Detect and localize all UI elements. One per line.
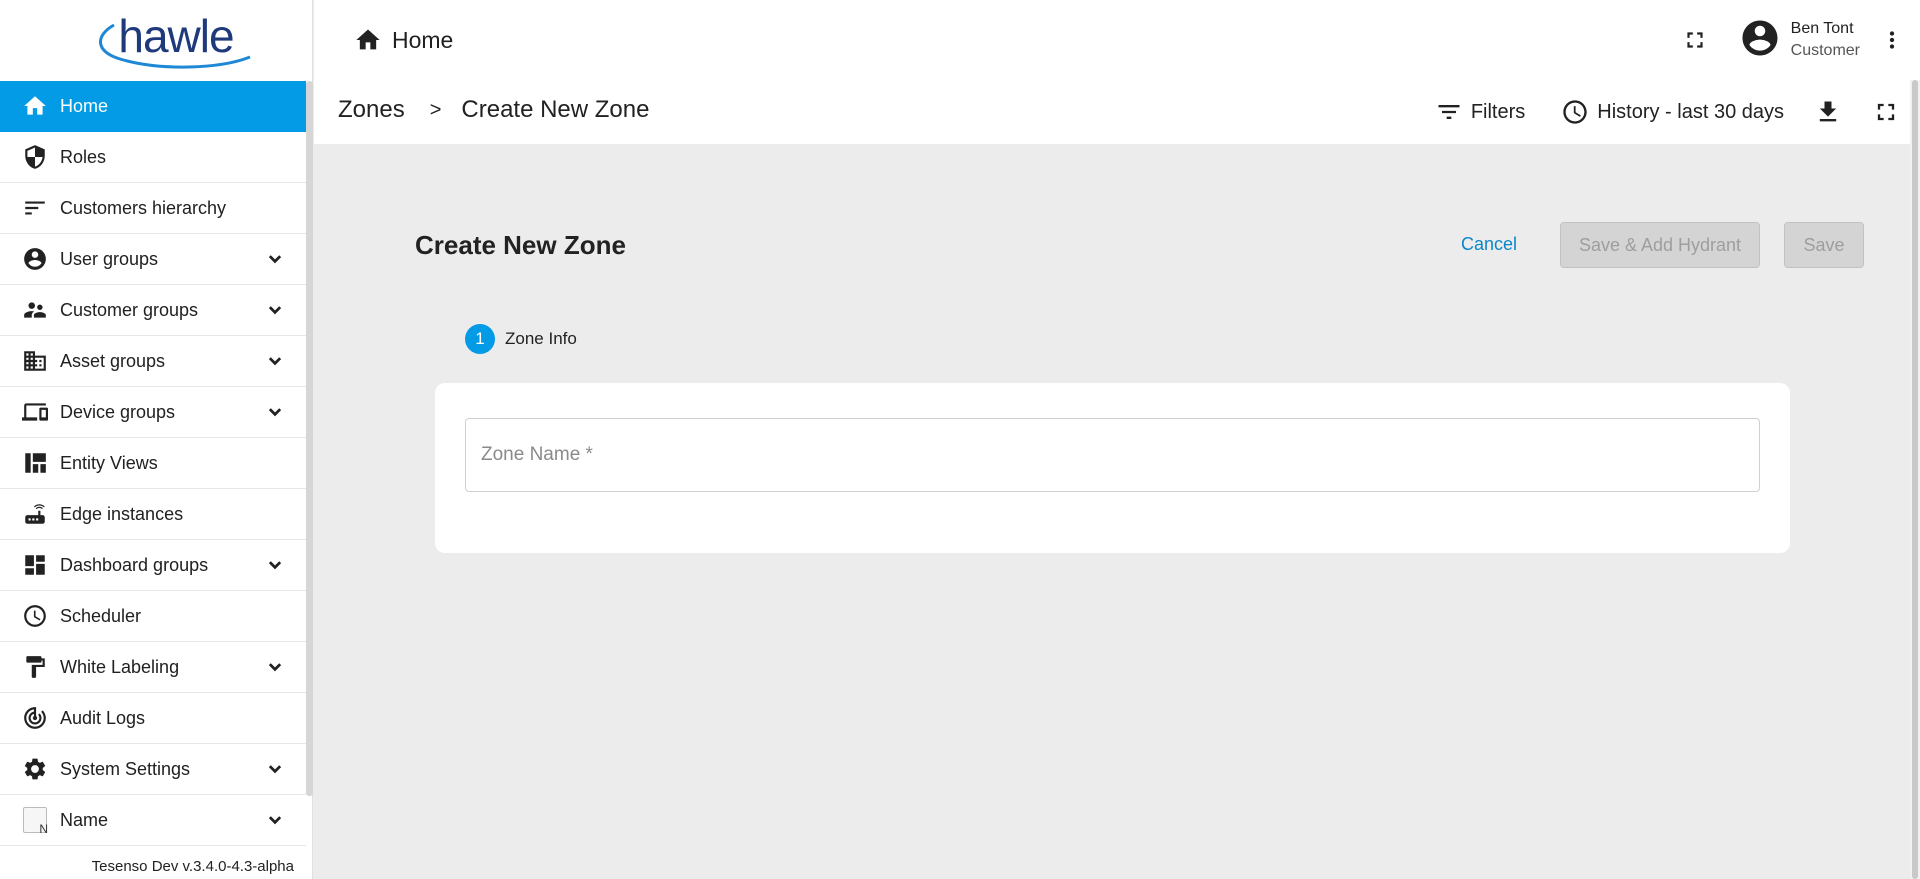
filters-label: Filters bbox=[1470, 100, 1526, 123]
view-quilt-icon bbox=[21, 449, 49, 477]
sidebar-item-label: Asset groups bbox=[60, 350, 166, 371]
hawle-logo[interactable]: hawle bbox=[0, 0, 312, 80]
broken-image-icon bbox=[21, 806, 49, 836]
sort-icon bbox=[21, 194, 49, 222]
breadcrumb-current: Create New Zone bbox=[461, 96, 650, 123]
dashboard-toolbar: Zones > Create New Zone Filters History … bbox=[314, 80, 1910, 144]
filter-list-icon bbox=[1438, 105, 1460, 119]
breadcrumb-separator: > bbox=[429, 98, 442, 121]
devices-icon bbox=[21, 398, 49, 426]
sidebar-item-label: Roles bbox=[60, 146, 107, 167]
sidebar-item-label: Entity Views bbox=[60, 452, 158, 473]
sidebar-item-entity-views[interactable]: Entity Views bbox=[0, 438, 306, 489]
sidebar-item-system-settings[interactable]: System Settings bbox=[0, 744, 306, 795]
home-icon bbox=[356, 29, 380, 50]
zone-name-input[interactable] bbox=[466, 419, 1759, 491]
logo-text: hawle bbox=[118, 10, 234, 62]
fullscreen-icon bbox=[1687, 32, 1703, 48]
sidebar: hawle Home Roles Customers hierarchy Use… bbox=[0, 0, 313, 879]
dashboard-icon bbox=[21, 551, 49, 579]
sidebar-item-label: Device groups bbox=[60, 401, 176, 422]
dashboard-fullscreen-button[interactable] bbox=[1872, 98, 1900, 126]
sidebar-item-customer-groups[interactable]: Customer groups bbox=[0, 285, 306, 336]
user-role: Customer bbox=[1790, 42, 1860, 59]
chevron-down-icon[interactable] bbox=[264, 299, 286, 321]
more-menu-button[interactable] bbox=[1874, 22, 1910, 58]
sidebar-item-white-labeling[interactable]: White Labeling bbox=[0, 642, 306, 693]
sidebar-item-name[interactable]: Name bbox=[0, 795, 306, 846]
domain-icon bbox=[21, 347, 49, 375]
step-number-badge: 1 bbox=[465, 324, 495, 354]
account-circle-icon bbox=[21, 245, 49, 273]
top-right-controls: Ben Tont Customer bbox=[1677, 0, 1920, 80]
download-button[interactable] bbox=[1814, 98, 1842, 126]
router-icon bbox=[21, 500, 49, 528]
gear-icon bbox=[21, 755, 49, 783]
format-paint-icon bbox=[21, 653, 49, 681]
shield-icon bbox=[21, 143, 49, 171]
chevron-down-icon[interactable] bbox=[264, 656, 286, 678]
sidebar-item-label: Dashboard groups bbox=[60, 554, 209, 575]
sidebar-nav: Home Roles Customers hierarchy User grou… bbox=[0, 81, 306, 846]
history-label: History - last 30 days bbox=[1597, 100, 1784, 123]
sidebar-scrollbar[interactable] bbox=[306, 81, 313, 796]
sidebar-item-dashboard-groups[interactable]: Dashboard groups bbox=[0, 540, 306, 591]
chevron-down-icon[interactable] bbox=[264, 248, 286, 270]
account-circle-icon bbox=[1739, 17, 1781, 64]
filters-button[interactable]: Filters bbox=[1435, 98, 1525, 126]
sidebar-item-label: Edge instances bbox=[60, 503, 184, 524]
track-changes-icon bbox=[21, 704, 49, 732]
step-label: Zone Info bbox=[505, 329, 577, 348]
sidebar-item-scheduler[interactable]: Scheduler bbox=[0, 591, 306, 642]
breadcrumb-zones[interactable]: Zones bbox=[338, 96, 405, 124]
home-breadcrumb[interactable]: Home bbox=[354, 26, 453, 54]
user-menu[interactable]: Ben Tont Customer bbox=[1739, 17, 1860, 64]
sidebar-item-home[interactable]: Home bbox=[0, 81, 306, 132]
clock-icon bbox=[1563, 100, 1587, 124]
chevron-down-icon[interactable] bbox=[264, 554, 286, 576]
supervisor-icon bbox=[21, 296, 49, 324]
breadcrumb: Zones > Create New Zone bbox=[338, 96, 649, 124]
sidebar-item-device-groups[interactable]: Device groups bbox=[0, 387, 306, 438]
cancel-button[interactable]: Cancel bbox=[1461, 234, 1517, 255]
save-button[interactable]: Save bbox=[1784, 222, 1864, 268]
sidebar-item-label: Scheduler bbox=[60, 605, 142, 626]
sidebar-item-label: Customers hierarchy bbox=[60, 197, 227, 218]
sidebar-item-label: Home bbox=[60, 95, 109, 116]
sidebar-item-roles[interactable]: Roles bbox=[0, 132, 306, 183]
more-vert-icon bbox=[1889, 31, 1895, 49]
zone-name-field bbox=[465, 418, 1760, 492]
fullscreen-button[interactable] bbox=[1677, 22, 1713, 58]
sidebar-item-label: Customer groups bbox=[60, 299, 199, 320]
chevron-down-icon[interactable] bbox=[264, 401, 286, 423]
sidebar-item-user-groups[interactable]: User groups bbox=[0, 234, 306, 285]
sidebar-item-asset-groups[interactable]: Asset groups bbox=[0, 336, 306, 387]
download-icon bbox=[1819, 101, 1837, 122]
stepper-step-zone-info[interactable]: 1 Zone Info bbox=[465, 324, 577, 354]
history-button[interactable]: History - last 30 days bbox=[1561, 98, 1784, 126]
user-name: Ben Tont bbox=[1790, 20, 1854, 38]
chevron-down-icon[interactable] bbox=[264, 809, 286, 831]
sidebar-item-label: User groups bbox=[60, 248, 159, 269]
version-label: Tesenso Dev v.3.4.0-4.3-alpha bbox=[91, 858, 294, 875]
page-title: Create New Zone bbox=[415, 230, 626, 260]
top-bar: Home Ben Tont Customer bbox=[314, 0, 1920, 80]
chevron-down-icon[interactable] bbox=[264, 758, 286, 780]
toolbar-actions: Filters History - last 30 days bbox=[1399, 94, 1900, 130]
home-breadcrumb-label: Home bbox=[392, 26, 454, 53]
sidebar-item-edge-instances[interactable]: Edge instances bbox=[0, 489, 306, 540]
home-icon bbox=[21, 92, 49, 120]
sidebar-item-customers-hierarchy[interactable]: Customers hierarchy bbox=[0, 183, 306, 234]
chevron-down-icon[interactable] bbox=[264, 350, 286, 372]
sidebar-item-audit-logs[interactable]: Audit Logs bbox=[0, 693, 306, 744]
page-scrollbar[interactable] bbox=[1910, 80, 1920, 879]
fullscreen-icon bbox=[1877, 103, 1895, 121]
sidebar-item-label: Audit Logs bbox=[60, 707, 146, 728]
sidebar-item-label: White Labeling bbox=[60, 656, 180, 677]
clock-icon bbox=[21, 602, 49, 630]
sidebar-item-label: System Settings bbox=[60, 758, 191, 779]
save-add-hydrant-button[interactable]: Save & Add Hydrant bbox=[1560, 222, 1760, 268]
sidebar-item-label: Name bbox=[60, 809, 109, 830]
zone-info-card bbox=[435, 383, 1790, 553]
